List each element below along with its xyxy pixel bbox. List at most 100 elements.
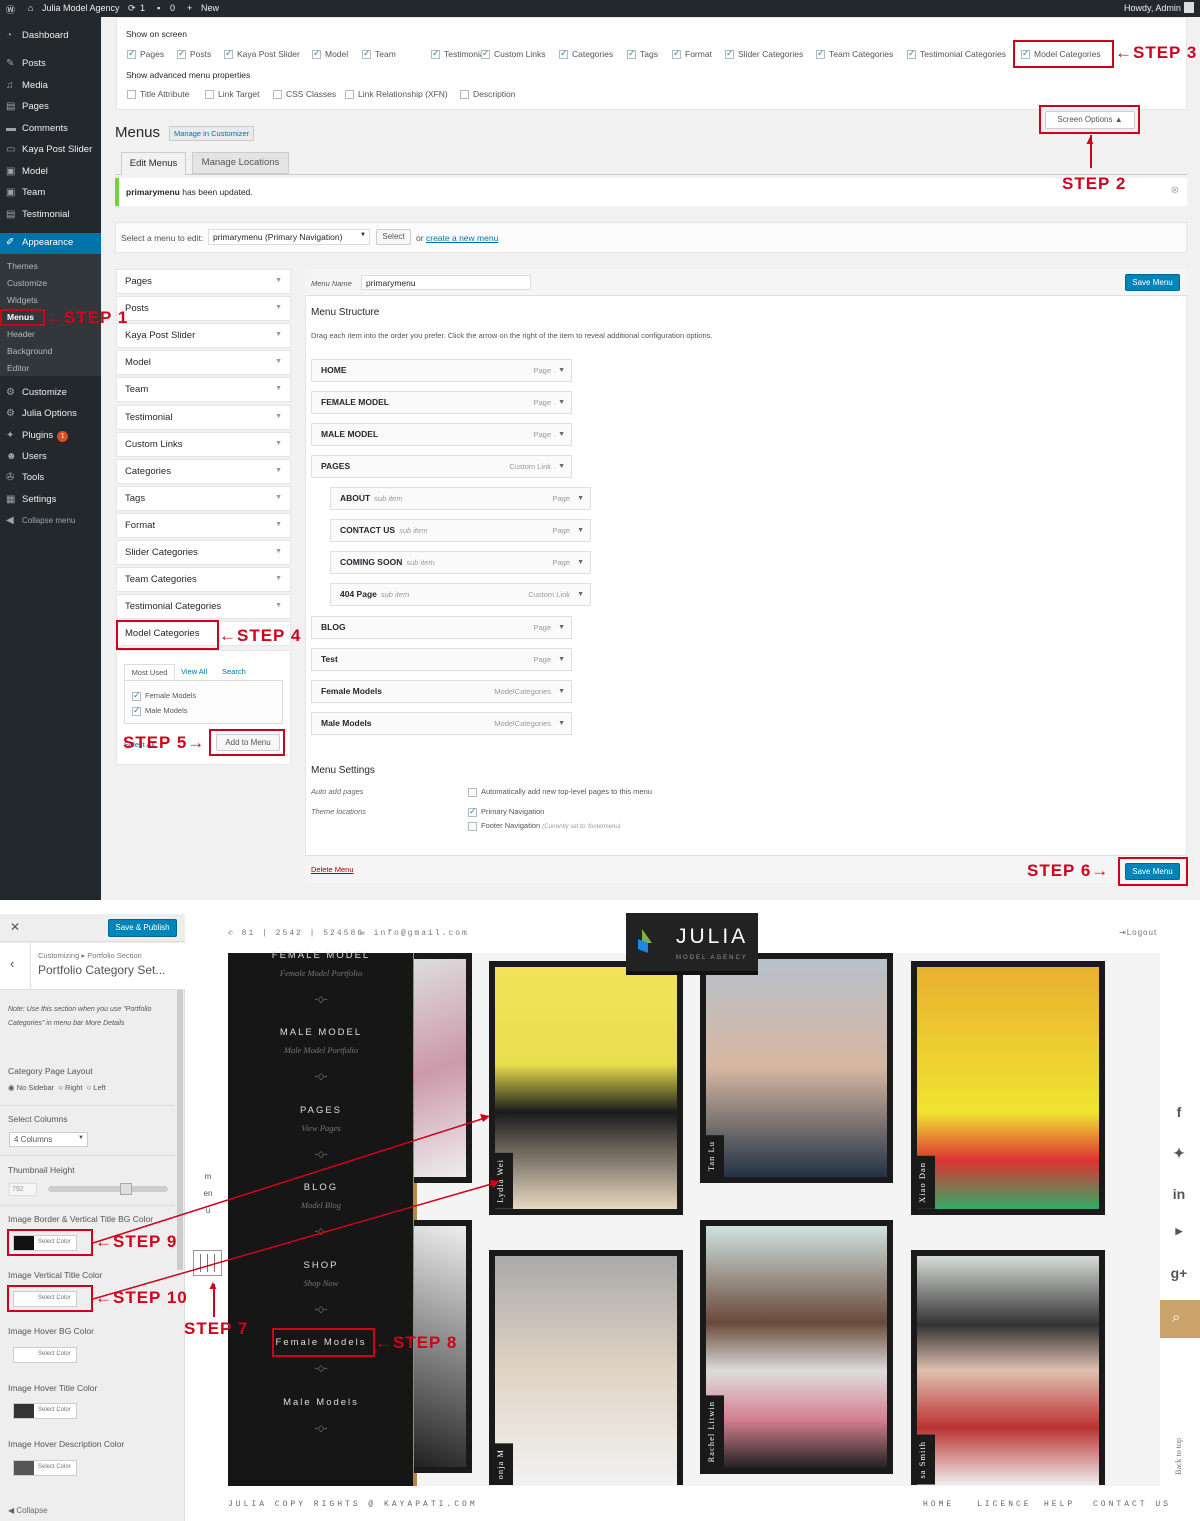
screen-option-team[interactable]: Team — [362, 48, 396, 60]
advanced-option-css-classes[interactable]: CSS Classes — [273, 89, 336, 100]
hover-bg-color-button[interactable]: Select Color — [13, 1347, 77, 1363]
tab-most-used[interactable]: Most Used — [124, 664, 175, 680]
avatar[interactable] — [1184, 2, 1194, 13]
menu-select[interactable]: primarymenu (Primary Navigation) ▼ — [208, 229, 370, 245]
menu-kaya-post-slider[interactable]: ▭ Kaya Post Slider — [0, 140, 101, 160]
slider-handle[interactable] — [120, 1183, 132, 1195]
accordion-slider-categories[interactable]: Slider Categories ▼ — [116, 540, 291, 565]
site-nav-item[interactable]: MALE MODEL — [228, 1027, 414, 1038]
menu-item[interactable]: Male Models ModelCategories ▼ — [311, 712, 572, 735]
site-nav-item[interactable]: FEMALE MODEL — [228, 950, 414, 961]
checkbox-icon[interactable] — [481, 48, 490, 60]
portfolio-image-tan[interactable]: Tan Lu — [700, 953, 893, 1183]
screen-option-format[interactable]: Format — [672, 48, 712, 60]
chevron-down-icon[interactable]: ▼ — [558, 392, 565, 413]
close-icon[interactable]: ✕ — [10, 920, 20, 934]
checkbox-icon[interactable] — [460, 90, 469, 100]
menu-pages[interactable]: ▤ Pages — [0, 97, 101, 117]
logout-link[interactable]: ⇥Logout — [1119, 928, 1157, 937]
menu-users[interactable]: ☻ Users — [0, 447, 101, 467]
screen-option-tags[interactable]: Tags — [627, 48, 658, 60]
footer-nav-option[interactable]: Footer Navigation (Currently set to: foo… — [468, 821, 621, 831]
screen-option-model[interactable]: Model — [312, 48, 348, 60]
collapse-button[interactable]: ◀ Collapse — [8, 1506, 48, 1515]
portfolio-image-xiao[interactable]: Xiao Dan — [911, 961, 1105, 1215]
tab-search[interactable]: Search — [222, 667, 246, 676]
menu-media[interactable]: ♫ Media — [0, 76, 101, 96]
menu-item[interactable]: COMING SOON sub item Page ▼ — [330, 551, 591, 574]
accordion-team[interactable]: Team ▼ — [116, 377, 291, 403]
accordion-testimonial-categories[interactable]: Testimonial Categories ▼ — [116, 594, 291, 620]
site-logo[interactable]: JULIA MODEL AGENCY — [626, 913, 758, 975]
screen-option-slider-categories[interactable]: Slider Categories — [725, 48, 803, 60]
primary-nav-option[interactable]: Primary Navigation — [468, 806, 544, 817]
advanced-option-link-target[interactable]: Link Target — [205, 89, 259, 100]
menu-item[interactable]: FEMALE MODEL Page ▼ — [311, 391, 572, 414]
site-name-link[interactable]: Julia Model Agency — [42, 3, 120, 13]
submenu-header[interactable]: Header — [0, 326, 101, 343]
screen-option-kaya-post-slider[interactable]: Kaya Post Slider — [224, 48, 300, 60]
checkbox-icon[interactable] — [224, 48, 233, 60]
checkbox-icon[interactable] — [127, 48, 136, 60]
menu-testimonial[interactable]: ▤ Testimonial — [0, 205, 101, 225]
tab-edit-menus[interactable]: Edit Menus — [121, 152, 186, 175]
linkedin-icon[interactable]: in — [1170, 1186, 1188, 1202]
menu-item[interactable]: HOME Page ▼ — [311, 359, 572, 382]
site-nav-item[interactable]: SHOP — [228, 1260, 414, 1271]
comment-icon[interactable]: ▪ — [157, 3, 160, 13]
radio-no-sidebar[interactable]: ◉ No Sidebar — [8, 1083, 54, 1092]
create-new-menu-link[interactable]: create a new menu — [426, 233, 498, 243]
cat-item-male-models[interactable]: Male Models — [132, 705, 188, 716]
chevron-down-icon[interactable]: ▼ — [558, 424, 565, 445]
updates-count[interactable]: 1 — [140, 3, 145, 13]
accordion-team-categories[interactable]: Team Categories ▼ — [116, 567, 291, 593]
chevron-down-icon[interactable]: ▼ — [577, 584, 584, 605]
cat-item-female-models[interactable]: Female Models — [132, 690, 196, 701]
checkbox-icon[interactable] — [127, 90, 136, 100]
screen-option-custom-links[interactable]: Custom Links — [481, 48, 546, 60]
checkbox-icon[interactable] — [627, 48, 636, 60]
facebook-icon[interactable]: f — [1170, 1104, 1188, 1120]
menu-item[interactable]: Test Page ▼ — [311, 648, 572, 671]
menu-item[interactable]: Female Models ModelCategories ▼ — [311, 680, 572, 703]
accordion-posts[interactable]: Posts ▼ — [116, 296, 291, 322]
checkbox-icon[interactable] — [468, 787, 477, 797]
advanced-option-description[interactable]: Description — [460, 89, 516, 100]
checkbox-icon[interactable] — [177, 48, 186, 60]
manage-customizer-link[interactable]: Manage in Customizer — [169, 126, 255, 141]
menu-model[interactable]: ▣ Model — [0, 162, 101, 182]
submenu-editor[interactable]: Editor — [0, 360, 101, 377]
accordion-format[interactable]: Format ▼ — [116, 512, 291, 538]
twitter-icon[interactable]: ✦ — [1170, 1145, 1188, 1162]
howdy-link[interactable]: Howdy, Admin — [1124, 3, 1181, 13]
portfolio-image-sonja[interactable]: onja M — [489, 1250, 683, 1485]
accordion-testimonial[interactable]: Testimonial ▼ — [116, 404, 291, 430]
chevron-down-icon[interactable]: ▼ — [558, 456, 565, 477]
search-button[interactable]: ⌕ — [1160, 1300, 1200, 1338]
screen-option-categories[interactable]: Categories — [559, 48, 613, 60]
checkbox-icon[interactable] — [132, 690, 141, 701]
googleplus-icon[interactable]: g+ — [1170, 1265, 1188, 1281]
accordion-model[interactable]: Model ▼ — [116, 350, 291, 376]
dismiss-icon[interactable]: ⊗ — [1171, 185, 1179, 196]
hover-desc-color-button[interactable]: Select Color — [13, 1460, 77, 1476]
advanced-option-link-relationship-xfn-[interactable]: Link Relationship (XFN) — [345, 89, 448, 100]
tab-manage-locations[interactable]: Manage Locations — [192, 152, 289, 174]
footer-link-home[interactable]: HOME — [923, 1500, 954, 1509]
menu-toggle-button[interactable] — [193, 1250, 222, 1276]
radio-left[interactable]: ○ Left — [87, 1083, 106, 1092]
accordion-tags[interactable]: Tags ▼ — [116, 485, 291, 511]
site-nav-item[interactable]: PAGES — [228, 1105, 414, 1116]
updates-icon[interactable]: ⟳ — [128, 3, 136, 14]
thumb-height-value[interactable]: 792 — [9, 1183, 37, 1196]
checkbox-icon[interactable] — [468, 821, 477, 831]
columns-select[interactable]: 4 Columns ▼ — [9, 1132, 88, 1147]
checkbox-icon[interactable] — [132, 705, 141, 716]
new-link[interactable]: New — [201, 3, 219, 13]
collapse-menu[interactable]: ◀ Collapse menu — [0, 511, 101, 531]
thumb-height-slider[interactable] — [48, 1186, 168, 1192]
wordpress-logo-icon[interactable]: Ⓦ — [6, 3, 15, 16]
auto-add-option[interactable]: Automatically add new top-level pages to… — [468, 787, 652, 797]
submenu-widgets[interactable]: Widgets — [0, 292, 101, 309]
chevron-down-icon[interactable]: ▼ — [577, 520, 584, 541]
